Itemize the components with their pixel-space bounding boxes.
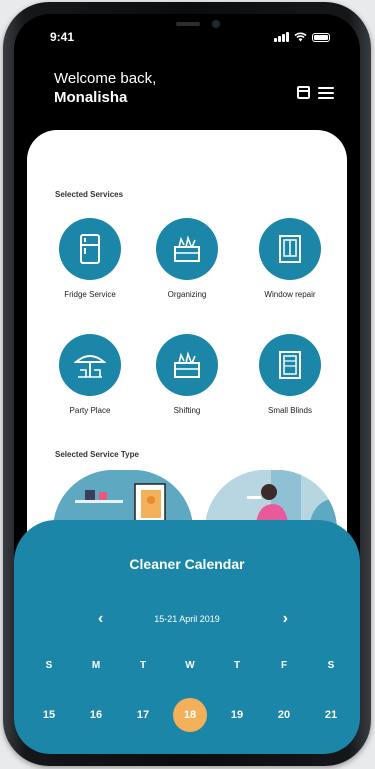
camera <box>212 20 220 28</box>
service-label: Organizing <box>167 290 207 299</box>
weekday-label: T <box>139 660 147 671</box>
blinds-icon <box>279 351 301 379</box>
status-icons <box>274 32 330 42</box>
service-window-repair[interactable]: Window repair <box>245 218 335 299</box>
service-fridge[interactable]: Fridge Service <box>45 218 135 299</box>
service-label: Party Place <box>69 406 111 415</box>
date-cell-selected[interactable]: 18 <box>173 698 207 732</box>
party-tent-icon <box>74 355 106 378</box>
date-cell[interactable]: 15 <box>32 698 66 732</box>
wifi-icon <box>294 32 307 42</box>
selected-service-type-title: Selected Service Type <box>55 450 139 459</box>
date-cell[interactable]: 20 <box>267 698 301 732</box>
box-icon <box>174 235 200 262</box>
user-name: Monalisha <box>54 89 128 106</box>
calendar-range: 15-21 April 2019 <box>154 614 220 624</box>
date-cell[interactable]: 16 <box>79 698 113 732</box>
weekday-label: S <box>45 660 53 671</box>
date-cell[interactable]: 19 <box>220 698 254 732</box>
service-icon-circle <box>59 334 121 396</box>
battery-icon <box>312 32 330 42</box>
weekday-row: S M T W T F S <box>32 660 348 671</box>
weekday-label: S <box>327 660 335 671</box>
calendar-icon[interactable] <box>297 86 310 99</box>
service-icon-circle <box>59 218 121 280</box>
date-cell[interactable]: 21 <box>314 698 348 732</box>
calendar-title: Cleaner Calendar <box>129 556 245 572</box>
service-icon-circle <box>259 218 321 280</box>
weekday-label: F <box>280 660 288 671</box>
box-icon <box>174 351 200 378</box>
service-label: Small Blinds <box>267 406 312 415</box>
cleaner-calendar: Cleaner Calendar ‹ 15-21 April 2019 › S … <box>14 520 360 754</box>
weekday-label: T <box>233 660 241 671</box>
notch <box>134 14 240 36</box>
window-icon <box>279 235 301 263</box>
welcome-text: Welcome back, <box>54 70 157 87</box>
service-small-blinds[interactable]: Small Blinds <box>245 334 335 415</box>
service-icon-circle <box>156 218 218 280</box>
selected-services-title: Selected Services <box>55 190 124 199</box>
service-label: Shifting <box>173 406 201 415</box>
header-actions <box>297 86 334 99</box>
chevron-right-icon[interactable]: › <box>283 610 288 628</box>
service-label: Fridge Service <box>64 290 116 299</box>
service-icon-circle <box>259 334 321 396</box>
service-organizing[interactable]: Organizing <box>142 218 232 299</box>
fridge-icon <box>80 234 100 264</box>
speaker <box>176 22 200 26</box>
service-shifting[interactable]: Shifting <box>142 334 232 415</box>
phone-frame: 9:41 Welcome back, Monalisha Selected Se… <box>3 2 371 766</box>
menu-icon[interactable] <box>318 86 334 99</box>
screen: 9:41 Welcome back, Monalisha Selected Se… <box>14 14 360 754</box>
signal-icon <box>274 32 289 42</box>
greeting: Welcome back, Monalisha <box>54 70 156 106</box>
weekday-label: M <box>91 660 101 671</box>
date-row: 15 16 17 18 19 20 21 <box>32 698 348 732</box>
service-icon-circle <box>156 334 218 396</box>
status-time: 9:41 <box>50 30 75 44</box>
calendar-nav: ‹ 15-21 April 2019 › <box>14 610 360 632</box>
service-party-place[interactable]: Party Place <box>45 334 135 415</box>
weekday-label: W <box>185 660 195 671</box>
date-cell[interactable]: 17 <box>126 698 160 732</box>
service-label: Window repair <box>264 290 316 299</box>
